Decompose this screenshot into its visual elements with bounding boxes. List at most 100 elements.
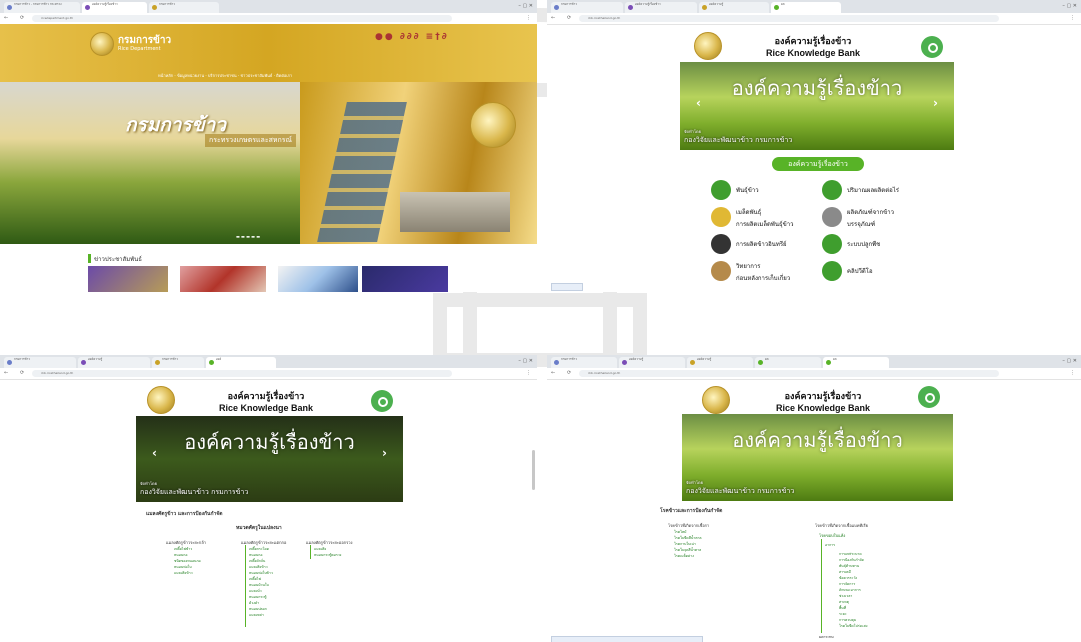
item-label[interactable]: วิทยาการ (736, 261, 760, 271)
tab-5[interactable]: ผล (823, 357, 889, 368)
subsection-title[interactable]: โรคขอบใบแห้ง (819, 532, 845, 539)
window-controls[interactable]: – ▢ ✕ (518, 358, 533, 364)
reload-icon[interactable]: ⟳ (20, 370, 24, 376)
item-label-2[interactable]: ก่อนหลังการเก็บเกี่ยว (736, 273, 790, 283)
banner-caption-1: จัดทำโดย (684, 129, 701, 134)
tab-4[interactable]: ผล (771, 2, 841, 13)
harvest-icon[interactable] (711, 261, 731, 281)
hero-seal (470, 102, 516, 148)
back-icon[interactable]: ← (4, 15, 8, 21)
column-rule (310, 545, 311, 559)
window-rkb-home: กรมการข้าว องค์ความรู้เรื่องข้าว องค์ควา… (547, 0, 1081, 292)
item-label[interactable]: พันธุ์ข้าว (736, 185, 759, 195)
tab-2[interactable]: องค์ความรู้ (78, 357, 150, 368)
tab-3[interactable]: กรมการข้าว (152, 357, 204, 368)
column-head: โรคข้าวที่เกิดจากเชื้อแบคทีเรีย (815, 523, 869, 528)
list-item[interactable]: แมลงหล่า (249, 612, 264, 618)
scrollbar[interactable] (532, 450, 535, 490)
item-label[interactable]: เมล็ดพันธุ์ (736, 207, 761, 217)
news-marker (88, 254, 91, 263)
column-head: โรคข้าวที่เกิดจากเชื้อรา (668, 523, 710, 528)
search-button[interactable] (918, 386, 940, 408)
tab-3[interactable]: กรมการข้าว (149, 2, 219, 13)
list-item[interactable]: โรคใบขีดโปร่งแสง (839, 623, 868, 629)
main-menu[interactable]: หน้าหลัก · ข้อมูลหน่วยงาน · บริการประชาช… (158, 72, 292, 79)
banner-prev-icon[interactable]: ‹ (152, 446, 157, 460)
news-thumb-2[interactable] (180, 266, 266, 292)
column-head: แมลงศัตรูข้าวระยะกล้า (166, 540, 207, 545)
product-icon[interactable] (822, 207, 842, 227)
tab-bar: กรมการข้าว องค์ความรู้ กรมการข้าว องค์ –… (0, 355, 537, 368)
item-label[interactable]: การผลิตข้าวอินทรีย์ (736, 239, 787, 249)
window-rkb-pests: กรมการข้าว องค์ความรู้ กรมการข้าว องค์ –… (0, 355, 537, 642)
search-button[interactable] (921, 36, 943, 58)
banner-caption-2: กองวิจัยและพัฒนาข้าว กรมการข้าว (140, 488, 249, 496)
url-field[interactable]: ricedepartment.go.th (32, 15, 452, 22)
hero-dots[interactable]: ▬ ▬ ▬ ▬ ▬ (236, 234, 260, 239)
tab-1[interactable]: กรมการข้าว - กรมการข้าว กระทรวง (4, 2, 80, 13)
item-label[interactable]: ผลิตภัณฑ์จากข้าว (847, 207, 894, 217)
window-controls[interactable]: – ▢ ✕ (518, 3, 533, 9)
menu-icon[interactable]: ⋮ (526, 15, 531, 21)
seed-icon[interactable] (711, 207, 731, 227)
organic-icon[interactable] (711, 234, 731, 254)
tab-1[interactable]: กรมการข้าว (551, 2, 623, 13)
window-controls[interactable]: – ▢ ✕ (1062, 3, 1077, 9)
list-item[interactable]: แมลงสิงข้าว (174, 570, 193, 576)
back-icon[interactable]: ← (551, 15, 555, 21)
hero-banner: กรมการข้าว กระทรวงเกษตรและสหกรณ์ ▬ ▬ ▬ ▬… (0, 82, 537, 244)
tab-1[interactable]: กรมการข้าว (551, 357, 617, 368)
tab-2[interactable]: องค์ความรู้ (619, 357, 685, 368)
item-label-2[interactable]: บรรจุภัณฑ์ (847, 219, 875, 229)
back-icon[interactable]: ← (4, 370, 8, 376)
knowledge-pill[interactable]: องค์ความรู้เรื่องข้าว (772, 157, 864, 171)
tab-bar: กรมการข้าว องค์ความรู้เรื่องข้าว องค์ควา… (547, 0, 1081, 13)
tab-3[interactable]: องค์ความรู้ (699, 2, 769, 13)
list-item[interactable]: อาการ (825, 542, 835, 548)
video-icon[interactable] (822, 261, 842, 281)
banner-prev-icon[interactable]: ‹ (696, 96, 701, 110)
rice-variety-icon[interactable] (711, 180, 731, 200)
banner-next-icon[interactable]: › (382, 446, 387, 460)
list-item[interactable]: โรคเมล็ดด่าง (674, 553, 694, 559)
item-label[interactable]: ระบบปลูกพืช (847, 239, 880, 249)
menu-icon[interactable]: ⋮ (1070, 370, 1075, 376)
url-field[interactable]: rkb.ricethailand.go.th (32, 370, 452, 377)
list-item[interactable]: หนอนกระทู้คอรวง (314, 552, 341, 558)
url-field[interactable]: rkb.ricethailand.go.th (579, 370, 999, 377)
menu-icon[interactable]: ⋮ (1070, 15, 1075, 21)
rkb-title-th: องค์ความรู้เรื่องข้าว (774, 37, 852, 47)
item-label-2[interactable]: การผลิตเมล็ดพันธุ์ข้าว (736, 219, 793, 229)
reload-icon[interactable]: ⟳ (567, 370, 571, 376)
planting-icon[interactable] (822, 234, 842, 254)
news-thumb-3[interactable] (278, 266, 358, 292)
item-label[interactable]: คลิปวีดีโอ (847, 266, 873, 276)
tab-1[interactable]: กรมการข้าว (4, 357, 76, 368)
window-controls[interactable]: – ▢ ✕ (1062, 358, 1077, 364)
banner-next-icon[interactable]: › (933, 96, 938, 110)
tab-2[interactable]: องค์ความรู้เรื่องข้าว (82, 2, 147, 13)
site-name-en: Rice Department (118, 46, 161, 52)
reload-icon[interactable]: ⟳ (20, 15, 24, 21)
tab-4[interactable]: ผล (755, 357, 821, 368)
window-rice-department: กรมการข้าว - กรมการข้าว กระทรวง องค์ความ… (0, 0, 537, 292)
url-field[interactable]: rkb.ricethailand.go.th (579, 15, 999, 22)
back-icon[interactable]: ← (551, 370, 555, 376)
menu-icon[interactable]: ⋮ (526, 370, 531, 376)
reload-icon[interactable]: ⟳ (567, 15, 571, 21)
banner-title: องค์ความรู้เรื่องข้าว (732, 428, 903, 452)
yield-icon[interactable] (822, 180, 842, 200)
search-button[interactable] (371, 390, 393, 412)
rkb-title-th: องค์ความรู้เรื่องข้าว (784, 392, 862, 402)
tab-3[interactable]: องค์ความรู้ (687, 357, 753, 368)
hero-building (400, 192, 510, 232)
item-label[interactable]: ปริมาณผลผลิตต่อไร่ (847, 185, 899, 195)
page-breadcrumb: แมลงศัตรูข้าว และการป้องกันกำจัด (146, 511, 223, 517)
news-thumb-1[interactable] (88, 266, 168, 292)
rkb-banner: องค์ความรู้เรื่องข้าว ‹ › จัดทำโดย กองวิ… (136, 416, 403, 502)
rkb-title-th: องค์ความรู้เรื่องข้าว (227, 392, 305, 402)
page-breadcrumb: โรคข้าวและการป้องกันกำจัด (660, 508, 723, 514)
tab-2[interactable]: องค์ความรู้เรื่องข้าว (625, 2, 697, 13)
tab-4[interactable]: องค์ (206, 357, 276, 368)
news-thumb-4[interactable] (362, 266, 448, 292)
